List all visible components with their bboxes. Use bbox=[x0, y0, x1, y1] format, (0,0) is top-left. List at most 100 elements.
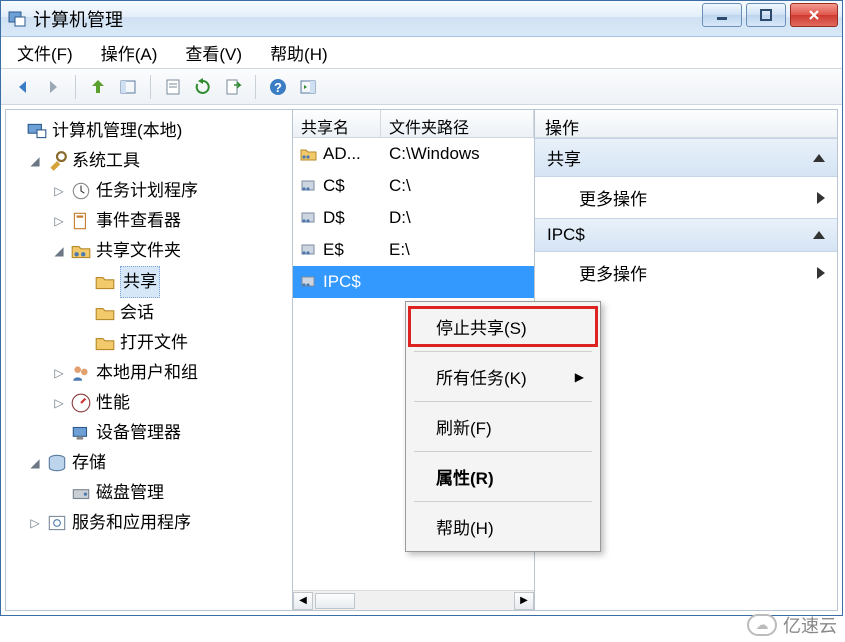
cm-label: 帮助(H) bbox=[436, 514, 494, 539]
submenu-icon bbox=[817, 192, 825, 204]
toolbar-separator bbox=[255, 75, 256, 99]
tree-shared-folders[interactable]: ◢共享文件夹 bbox=[8, 236, 290, 266]
tools-icon bbox=[46, 151, 68, 171]
tree-pane[interactable]: 计算机管理(本地) ◢系统工具 ▷任务计划程序 ▷事件查看器 ◢共享文件夹 共享… bbox=[5, 109, 293, 611]
tree-storage[interactable]: ◢存储 bbox=[8, 448, 290, 478]
tree-label: 共享文件夹 bbox=[96, 236, 181, 266]
clock-icon bbox=[70, 181, 92, 201]
up-button[interactable] bbox=[84, 73, 112, 101]
tree-label: 服务和应用程序 bbox=[72, 508, 191, 538]
horizontal-scrollbar[interactable]: ◀ ▶ bbox=[293, 590, 534, 610]
list-row[interactable]: D$ D:\ bbox=[293, 202, 534, 234]
list-row[interactable]: C$ C:\ bbox=[293, 170, 534, 202]
menubar: 文件(F) 操作(A) 查看(V) 帮助(H) bbox=[1, 37, 842, 69]
column-path[interactable]: 文件夹路径 bbox=[381, 110, 534, 137]
tree-devicemgr[interactable]: 设备管理器 bbox=[8, 418, 290, 448]
section-label: IPC$ bbox=[547, 225, 585, 245]
cm-all-tasks[interactable]: 所有任务(K)▶ bbox=[408, 356, 598, 397]
share-icon bbox=[299, 177, 319, 195]
tree-label: 计算机管理(本地) bbox=[52, 116, 182, 146]
tree: 计算机管理(本地) ◢系统工具 ▷任务计划程序 ▷事件查看器 ◢共享文件夹 共享… bbox=[6, 110, 292, 544]
maximize-button[interactable] bbox=[746, 3, 786, 27]
tree-performance[interactable]: ▷性能 bbox=[8, 388, 290, 418]
menu-action[interactable]: 操作(A) bbox=[101, 40, 158, 65]
back-button[interactable] bbox=[9, 73, 37, 101]
folder-icon bbox=[94, 303, 116, 323]
tree-label: 本地用户和组 bbox=[96, 358, 198, 388]
performance-icon bbox=[70, 393, 92, 413]
cm-refresh[interactable]: 刷新(F) bbox=[408, 406, 598, 447]
tree-services[interactable]: ▷服务和应用程序 bbox=[8, 508, 290, 538]
share-icon bbox=[299, 273, 319, 291]
tree-label: 会话 bbox=[120, 298, 154, 328]
actions-header: 操作 bbox=[535, 110, 837, 138]
tree-diskmgmt[interactable]: 磁盘管理 bbox=[8, 478, 290, 508]
tree-scheduler[interactable]: ▷任务计划程序 bbox=[8, 176, 290, 206]
help-button[interactable]: ? bbox=[264, 73, 292, 101]
tree-localusers[interactable]: ▷本地用户和组 bbox=[8, 358, 290, 388]
cm-label: 所有任务(K) bbox=[436, 364, 527, 389]
list-body: AD... C:\Windows C$ C:\ D$ D:\ E$ E:\ IP… bbox=[293, 138, 534, 298]
minimize-button[interactable] bbox=[702, 3, 742, 27]
tree-root[interactable]: 计算机管理(本地) bbox=[8, 116, 290, 146]
toolbar: ? bbox=[1, 69, 842, 105]
show-hide-tree-button[interactable] bbox=[114, 73, 142, 101]
folder-icon bbox=[94, 333, 116, 353]
tree-label: 事件查看器 bbox=[96, 206, 181, 236]
share-icon bbox=[299, 241, 319, 259]
cm-help[interactable]: 帮助(H) bbox=[408, 506, 598, 547]
tree-openfiles[interactable]: 打开文件 bbox=[8, 328, 290, 358]
tree-systools[interactable]: ◢系统工具 bbox=[8, 146, 290, 176]
show-hide-action-button[interactable] bbox=[294, 73, 322, 101]
menu-view[interactable]: 查看(V) bbox=[185, 40, 242, 65]
forward-button[interactable] bbox=[39, 73, 67, 101]
list-row[interactable]: E$ E:\ bbox=[293, 234, 534, 266]
watermark: ☁ 亿速云 bbox=[747, 612, 837, 638]
cm-label: 停止共享(S) bbox=[436, 314, 527, 339]
scroll-thumb[interactable] bbox=[315, 593, 355, 609]
section-label: 共享 bbox=[547, 145, 581, 170]
folder-icon bbox=[94, 272, 116, 292]
tree-sessions[interactable]: 会话 bbox=[8, 298, 290, 328]
tree-label: 存储 bbox=[72, 448, 106, 478]
actions-more-2[interactable]: 更多操作 bbox=[535, 252, 837, 293]
cm-stop-sharing[interactable]: 停止共享(S) bbox=[408, 306, 598, 347]
tree-label: 性能 bbox=[96, 388, 130, 418]
tree-label: 共享 bbox=[120, 266, 160, 298]
tree-label: 磁盘管理 bbox=[96, 478, 164, 508]
cell-name: AD... bbox=[323, 144, 361, 164]
menu-file[interactable]: 文件(F) bbox=[17, 40, 73, 65]
actions-more-1[interactable]: 更多操作 bbox=[535, 177, 837, 218]
disk-icon bbox=[70, 483, 92, 503]
tree-shares[interactable]: 共享 bbox=[8, 266, 290, 298]
event-icon bbox=[70, 211, 92, 231]
list-header: 共享名 文件夹路径 bbox=[293, 110, 534, 138]
list-row[interactable]: AD... C:\Windows bbox=[293, 138, 534, 170]
services-icon bbox=[46, 513, 68, 533]
shared-folder-icon bbox=[70, 241, 92, 261]
menu-help[interactable]: 帮助(H) bbox=[270, 40, 328, 65]
column-name[interactable]: 共享名 bbox=[293, 110, 381, 137]
cm-label: 属性(R) bbox=[436, 464, 494, 489]
actions-section-shares[interactable]: 共享 bbox=[535, 138, 837, 177]
actions-section-ipc[interactable]: IPC$ bbox=[535, 218, 837, 252]
toolbar-separator bbox=[150, 75, 151, 99]
export-button[interactable] bbox=[219, 73, 247, 101]
watermark-text: 亿速云 bbox=[783, 612, 837, 638]
tree-eventviewer[interactable]: ▷事件查看器 bbox=[8, 206, 290, 236]
cloud-icon: ☁ bbox=[747, 614, 777, 636]
close-button[interactable] bbox=[790, 3, 838, 27]
collapse-icon bbox=[813, 154, 825, 162]
cm-separator bbox=[414, 451, 592, 452]
cm-separator bbox=[414, 351, 592, 352]
refresh-button[interactable] bbox=[189, 73, 217, 101]
window-controls bbox=[702, 3, 838, 27]
list-row-selected[interactable]: IPC$ bbox=[293, 266, 534, 298]
cm-properties[interactable]: 属性(R) bbox=[408, 456, 598, 497]
cell-name: C$ bbox=[323, 176, 345, 196]
scroll-left-button[interactable]: ◀ bbox=[293, 592, 313, 610]
share-icon bbox=[299, 145, 319, 163]
properties-button[interactable] bbox=[159, 73, 187, 101]
cell-name: D$ bbox=[323, 208, 345, 228]
scroll-right-button[interactable]: ▶ bbox=[514, 592, 534, 610]
